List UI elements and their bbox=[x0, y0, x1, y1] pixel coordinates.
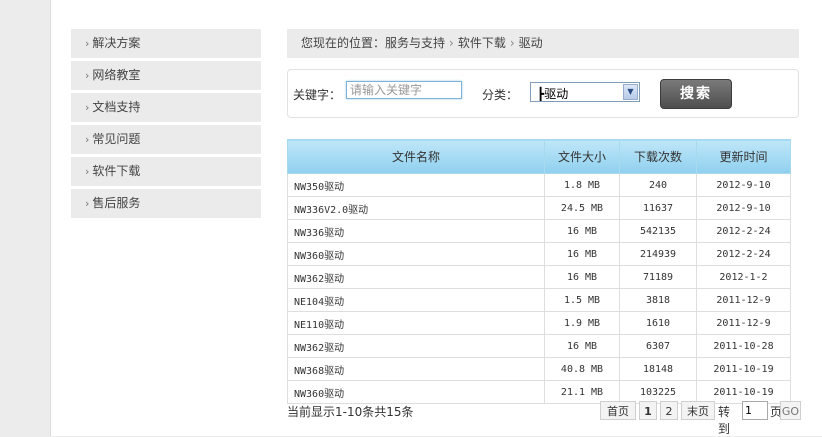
cell-update-time: 2011-12-9 bbox=[696, 288, 791, 312]
sidebar-item-docs[interactable]: › 文档支持 bbox=[71, 93, 261, 122]
cell-download-count: 1610 bbox=[619, 311, 697, 335]
cell-download-count: 214939 bbox=[619, 242, 697, 266]
sidebar-item-label: 文档支持 bbox=[92, 100, 141, 114]
table-row[interactable]: NE110驱动 1.9 MB 1610 2011-12-9 bbox=[287, 311, 791, 335]
goto-page-input[interactable] bbox=[742, 401, 768, 420]
table-row[interactable]: NW336驱动 16 MB 542135 2012-2-24 bbox=[287, 219, 791, 243]
keyword-input[interactable] bbox=[346, 81, 462, 99]
col-header-file-name: 文件名称 bbox=[287, 139, 545, 174]
table-row[interactable]: NE104驱动 1.5 MB 3818 2011-12-9 bbox=[287, 288, 791, 312]
col-header-update-time: 更新时间 bbox=[696, 139, 791, 174]
chevron-right-icon: › bbox=[85, 133, 90, 146]
sidebar-item-solutions[interactable]: › 解决方案 bbox=[71, 29, 261, 58]
chevron-right-icon: › bbox=[449, 36, 454, 50]
cell-file-size: 1.9 MB bbox=[544, 311, 620, 335]
cell-file-name[interactable]: NW350驱动 bbox=[287, 173, 545, 197]
download-table: 文件名称 文件大小 下载次数 更新时间 NW350驱动 1.8 MB 240 2012… bbox=[287, 139, 791, 404]
cell-file-name[interactable]: NW362驱动 bbox=[287, 265, 545, 289]
sidebar-item-downloads[interactable]: › 软件下载 bbox=[71, 157, 261, 186]
cell-file-size: 1.8 MB bbox=[544, 173, 620, 197]
chevron-right-icon: › bbox=[85, 197, 90, 210]
breadcrumb-prefix: 您现在的位置： bbox=[301, 36, 386, 50]
go-button[interactable]: GO bbox=[780, 401, 801, 420]
cell-download-count: 18148 bbox=[619, 357, 697, 381]
cell-download-count: 3818 bbox=[619, 288, 697, 312]
keyword-label: 关键字： bbox=[293, 88, 342, 102]
goto-label: 转到 bbox=[718, 405, 731, 436]
sidebar-item-label: 网络教室 bbox=[92, 68, 141, 82]
first-page-button[interactable]: 首页 bbox=[600, 401, 636, 420]
chevron-down-icon[interactable]: ▼ bbox=[623, 84, 638, 100]
cell-file-name[interactable]: NW336驱动 bbox=[287, 219, 545, 243]
chevron-right-icon: › bbox=[85, 37, 90, 50]
cell-download-count: 6307 bbox=[619, 334, 697, 358]
cell-update-time: 2011-10-19 bbox=[696, 357, 791, 381]
page-container: › 解决方案 › 网络教室 › 文档支持 › 常见问题 › 软件下载 › 售后服务 您现在的… bbox=[50, 0, 822, 436]
breadcrumb-item-service[interactable]: 服务与支持 bbox=[385, 36, 445, 50]
category-select[interactable]: ┣驱动 ▼ bbox=[530, 82, 640, 102]
cell-file-size: 1.5 MB bbox=[544, 288, 620, 312]
chevron-right-icon: › bbox=[85, 101, 90, 114]
cell-file-name[interactable]: NW360驱动 bbox=[287, 242, 545, 266]
cell-file-name[interactable]: NE104驱动 bbox=[287, 288, 545, 312]
cell-download-count: 71189 bbox=[619, 265, 697, 289]
sidebar-item-label: 售后服务 bbox=[92, 196, 141, 210]
sidebar: › 解决方案 › 网络教室 › 文档支持 › 常见问题 › 软件下载 › 售后服务 bbox=[71, 29, 261, 221]
table-row[interactable]: NW336V2.0驱动 24.5 MB 11637 2012-9-10 bbox=[287, 196, 791, 220]
table-row[interactable]: NW362驱动 16 MB 6307 2011-10-28 bbox=[287, 334, 791, 358]
sidebar-item-label: 解决方案 bbox=[92, 36, 141, 50]
result-status: 当前显示1-10条共15条 bbox=[287, 405, 414, 419]
cell-download-count: 11637 bbox=[619, 196, 697, 220]
breadcrumb: 您现在的位置：服务与支持 › 软件下载 › 驱动 bbox=[287, 29, 799, 58]
search-panel: 关键字： 分类： ┣驱动 ▼ 搜索 bbox=[287, 69, 799, 118]
table-header-row: 文件名称 文件大小 下载次数 更新时间 bbox=[287, 139, 791, 174]
table-row[interactable]: NW360驱动 21.1 MB 103225 2011-10-19 bbox=[287, 380, 791, 404]
category-label: 分类： bbox=[482, 88, 519, 102]
table-row[interactable]: NW368驱动 40.8 MB 18148 2011-10-19 bbox=[287, 357, 791, 381]
cell-file-name[interactable]: NE110驱动 bbox=[287, 311, 545, 335]
sidebar-item-label: 软件下载 bbox=[92, 164, 141, 178]
cell-update-time: 2012-9-10 bbox=[696, 173, 791, 197]
cell-file-size: 24.5 MB bbox=[544, 196, 620, 220]
cell-file-name[interactable]: NW368驱动 bbox=[287, 357, 545, 381]
chevron-right-icon: › bbox=[85, 165, 90, 178]
table-row[interactable]: NW360驱动 16 MB 214939 2012-2-24 bbox=[287, 242, 791, 266]
chevron-right-icon: › bbox=[85, 69, 90, 82]
cell-update-time: 2011-12-9 bbox=[696, 311, 791, 335]
breadcrumb-item-driver[interactable]: 驱动 bbox=[519, 36, 543, 50]
cell-download-count: 240 bbox=[619, 173, 697, 197]
cell-file-size: 16 MB bbox=[544, 242, 620, 266]
cell-update-time: 2012-2-24 bbox=[696, 242, 791, 266]
category-select-value: ┣驱动 bbox=[537, 87, 569, 101]
last-page-button[interactable]: 末页 bbox=[681, 401, 715, 420]
sidebar-item-after-sales[interactable]: › 售后服务 bbox=[71, 189, 261, 218]
table-row[interactable]: NW362驱动 16 MB 71189 2012-1-2 bbox=[287, 265, 791, 289]
breadcrumb-item-downloads[interactable]: 软件下载 bbox=[458, 36, 506, 50]
page-2-button[interactable]: 2 bbox=[660, 401, 678, 420]
search-button[interactable]: 搜索 bbox=[660, 79, 732, 109]
cell-update-time: 2011-10-28 bbox=[696, 334, 791, 358]
chevron-right-icon: › bbox=[509, 36, 515, 50]
cell-update-time: 2012-9-10 bbox=[696, 196, 791, 220]
cell-file-size: 16 MB bbox=[544, 219, 620, 243]
sidebar-item-online-classroom[interactable]: › 网络教室 bbox=[71, 61, 261, 90]
cell-update-time: 2012-1-2 bbox=[696, 265, 791, 289]
col-header-download-count: 下载次数 bbox=[619, 139, 697, 174]
cell-file-name[interactable]: NW360驱动 bbox=[287, 380, 545, 404]
cell-file-name[interactable]: NW336V2.0驱动 bbox=[287, 196, 545, 220]
sidebar-item-faq[interactable]: › 常见问题 bbox=[71, 125, 261, 154]
col-header-file-size: 文件大小 bbox=[544, 139, 620, 174]
cell-file-size: 40.8 MB bbox=[544, 357, 620, 381]
cell-update-time: 2012-2-24 bbox=[696, 219, 791, 243]
page-1-button[interactable]: 1 bbox=[639, 401, 657, 420]
cell-file-size: 16 MB bbox=[544, 265, 620, 289]
table-row[interactable]: NW350驱动 1.8 MB 240 2012-9-10 bbox=[287, 173, 791, 197]
cell-download-count: 542135 bbox=[619, 219, 697, 243]
cell-file-size: 16 MB bbox=[544, 334, 620, 358]
sidebar-item-label: 常见问题 bbox=[92, 132, 141, 146]
cell-file-name[interactable]: NW362驱动 bbox=[287, 334, 545, 358]
